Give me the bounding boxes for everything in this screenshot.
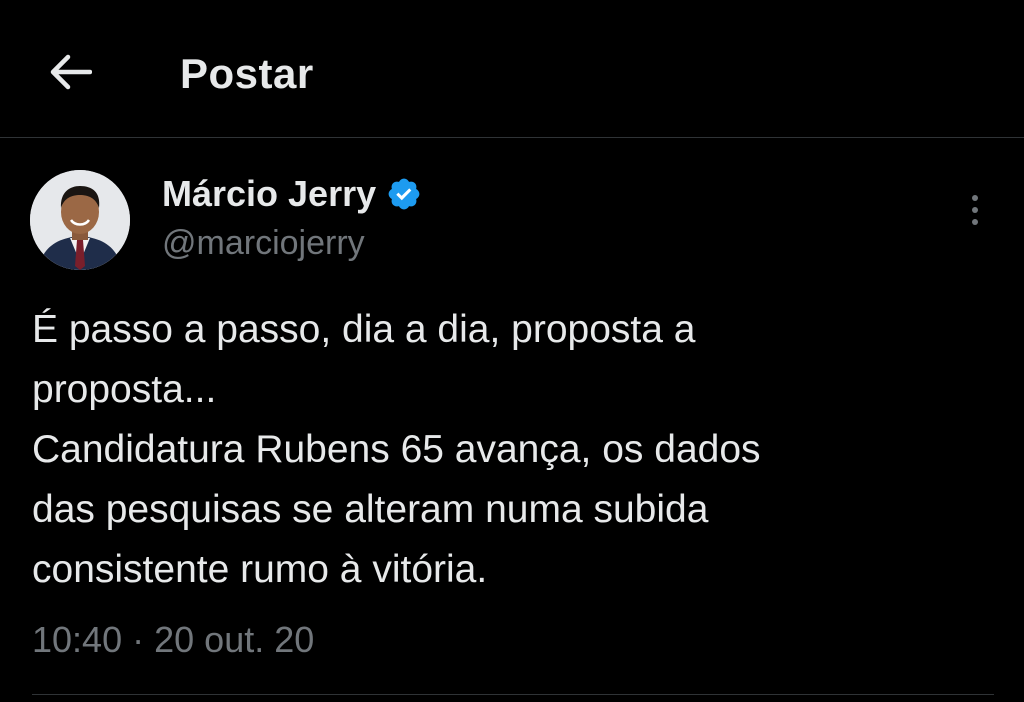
post-text-line: Candidatura Rubens 65 avança, os dados <box>32 428 761 471</box>
profile-photo <box>30 170 130 270</box>
post-text-line: proposta... <box>32 368 217 411</box>
author-name: Márcio Jerry <box>162 173 377 214</box>
verified-badge-icon <box>388 178 420 210</box>
timestamp-separator: · <box>132 619 145 660</box>
post-text-line: É passo a passo, dia a dia, proposta a <box>32 308 696 351</box>
more-options-button[interactable] <box>955 185 995 235</box>
page-title: Postar <box>180 50 314 97</box>
post-date: 20 out. 20 <box>154 619 315 660</box>
author-handle[interactable]: @marciojerry <box>162 222 365 264</box>
back-button[interactable] <box>40 44 100 100</box>
divider <box>32 694 994 695</box>
post-text-line: consistente rumo à vitória. <box>32 548 488 591</box>
arrow-left-icon <box>50 54 92 90</box>
avatar[interactable] <box>30 170 130 270</box>
top-bar: Postar <box>0 0 1024 138</box>
post-time: 10:40 <box>32 619 123 660</box>
post-timestamp[interactable]: 10:40 · 20 out. 20 <box>32 618 314 662</box>
post-text-line: das pesquisas se alteram numa subida <box>32 488 709 531</box>
author-name-row[interactable]: Márcio Jerry <box>162 172 422 216</box>
more-vertical-icon <box>972 195 978 225</box>
post-text: É passo a passo, dia a dia, proposta a p… <box>32 300 992 600</box>
